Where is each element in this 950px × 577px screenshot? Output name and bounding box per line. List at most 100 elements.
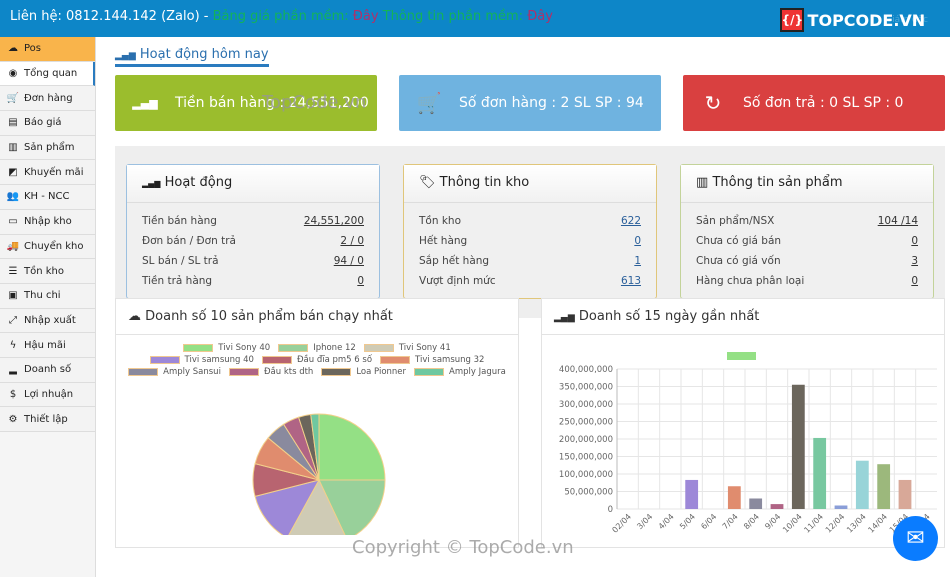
bar[interactable]: [855, 460, 869, 509]
sidebar-item[interactable]: 👥 KH - NCC: [0, 185, 95, 210]
bar[interactable]: [770, 504, 784, 509]
bar-chart: 0 50,000,000 100,000,000 150,000,000 200,000…: [559, 352, 937, 535]
legend-item[interactable]: Iphone 12: [278, 343, 356, 353]
panel-row: Hàng chưa phân loại 0: [696, 271, 918, 291]
card-text: Tiền bán hàng : 24,551,200: [175, 95, 369, 111]
info-link[interactable]: Đây: [527, 9, 553, 24]
legend-item[interactable]: Amply Sansui: [128, 367, 221, 377]
legend-item[interactable]: Đầu kts dth: [228, 367, 314, 377]
row-value-link[interactable]: 1: [634, 255, 641, 267]
sidebar-item[interactable]: ☁ Pos: [0, 37, 95, 62]
sidebar-item[interactable]: ▂ Doanh số: [0, 357, 95, 383]
list-icon: ☰: [8, 265, 18, 277]
sidebar-item[interactable]: ▥ Sản phẩm: [0, 135, 95, 161]
x-tick-label: 9/04: [763, 512, 782, 531]
price-label: Bảng giá phần mềm:: [212, 9, 349, 24]
sidebar-item-label: Nhập kho: [24, 216, 72, 228]
row-value-link[interactable]: 0: [911, 275, 918, 287]
row-value-link[interactable]: 0: [911, 235, 918, 247]
legend-label: Loa Pionner: [356, 367, 407, 377]
sidebar-item[interactable]: ▭ Nhập kho: [0, 209, 95, 235]
summary-card[interactable]: ↻ Số đơn trả : 0 SL SP : 0: [683, 75, 945, 131]
daily-sales-chart-panel: ▂▄▆ Doanh số 15 ngày gần nhất 0 50,000,00…: [541, 298, 945, 548]
x-tick-label: 6/04: [699, 512, 718, 531]
panel-row: Đơn bán / Đơn trả 2 / 0: [142, 231, 364, 251]
row-value-link[interactable]: 94 / 0: [334, 255, 364, 267]
legend-label: Tivi Sony 40: [218, 343, 271, 353]
sidebar-item[interactable]: ▤ Báo giá: [0, 111, 95, 136]
pie-slice[interactable]: [318, 413, 386, 481]
dollar-icon: $: [9, 388, 17, 400]
bar[interactable]: [685, 479, 699, 509]
contact-text: Liên hệ: 0812.144.142 (Zalo) -: [10, 9, 209, 24]
sidebar-item[interactable]: 🚚 Chuyển kho: [0, 234, 95, 260]
legend-item[interactable]: Tivi samsung 32: [380, 355, 484, 365]
row-value-link[interactable]: 24,551,200: [304, 215, 364, 227]
legend-label: Tivi samsung 32: [415, 355, 485, 365]
y-tick-label: 300,000,000: [559, 400, 613, 410]
sidebar-item[interactable]: ϟ Hậu mãi: [0, 333, 95, 358]
row-label: Chưa có giá bán: [696, 235, 782, 247]
bar[interactable]: [898, 479, 912, 509]
legend-swatch: [228, 368, 259, 376]
legend-item[interactable]: Tivi Sony 40: [183, 343, 270, 353]
bar[interactable]: [727, 486, 741, 509]
logo-icon: {/}: [779, 8, 804, 32]
x-tick-label: 8/04: [742, 512, 761, 531]
sidebar-item-label: Sản phẩm: [24, 142, 75, 154]
price-link[interactable]: Đây: [353, 9, 379, 24]
sidebar-item[interactable]: ◩ Khuyến mãi: [0, 160, 95, 186]
row-value-link[interactable]: 0: [357, 275, 364, 287]
y-tick-label: 150,000,000: [559, 453, 613, 463]
legend-swatch: [261, 356, 292, 364]
bar[interactable]: [877, 464, 891, 509]
sidebar-item[interactable]: ⚙ Thiết lập: [0, 407, 95, 432]
y-tick-label: 250,000,000: [559, 418, 613, 428]
row-value-link[interactable]: 2 / 0: [340, 235, 364, 247]
sidebar-item[interactable]: ▣ Thu chi: [0, 283, 95, 309]
bar[interactable]: [813, 437, 827, 509]
x-tick-label: 5/04: [678, 512, 697, 531]
messenger-button[interactable]: ✉: [893, 516, 938, 561]
sidebar-item-label: Lợi nhuận: [24, 388, 74, 400]
main-content: ▂▄▆ Hoạt động hôm nay ▂▄▆ Tiền bán hàng :…: [115, 37, 945, 318]
truck-icon: 🚚: [6, 240, 20, 252]
arrows-icon: ⤢: [9, 314, 17, 326]
row-value-link[interactable]: 104 /14: [878, 215, 918, 227]
row-value-link[interactable]: 0: [634, 235, 641, 247]
legend-item[interactable]: Đầu đĩa pm5 6 số: [261, 355, 372, 365]
sidebar-item[interactable]: ◉ Tổng quan: [0, 61, 95, 87]
bar[interactable]: [749, 498, 763, 510]
chart-title: Doanh số 10 sản phẩm bán chạy nhất: [145, 309, 393, 324]
tags-icon: 🏷: [419, 175, 436, 190]
legend-label: Đầu kts dth: [263, 367, 314, 377]
summary-card[interactable]: ▂▄▆ Tiền bán hàng : 24,551,200: [115, 75, 377, 131]
sidebar-item[interactable]: ☰ Tồn kho: [0, 259, 95, 284]
bar[interactable]: [791, 384, 805, 509]
summary-card[interactable]: 🛒 Số đơn hàng : 2 SL SP : 94: [399, 75, 661, 131]
sidebar-item[interactable]: $ Lợi nhuận: [0, 382, 95, 408]
sidebar-item[interactable]: 🛒 Đơn hàng: [0, 86, 95, 112]
inbox-icon: ▭: [8, 216, 18, 228]
legend-item[interactable]: Amply Jagura: [414, 367, 506, 377]
sidebar-item-label: Hậu mãi: [24, 339, 66, 351]
top-bar: Liên hệ: 0812.144.142 (Zalo) - Bảng giá …: [0, 0, 950, 37]
card-text: Số đơn hàng : 2 SL SP : 94: [459, 95, 644, 111]
panel-header: ▂▄▆ Hoạt động: [127, 165, 379, 203]
sidebar-item[interactable]: ⤢ Nhập xuất: [0, 308, 95, 334]
panel-header: ☁ Doanh số 10 sản phẩm bán chạy nhất: [116, 299, 518, 335]
legend-swatch: [380, 356, 411, 364]
section-title: ▂▄▆ Hoạt động hôm nay: [115, 47, 269, 67]
legend-item[interactable]: Tivi Sony 41: [363, 343, 451, 353]
info-panel: ▥ Thông tin sản phẩm Sản phẩm/NSX 104 /14 C…: [680, 164, 934, 299]
row-value-link[interactable]: 3: [911, 255, 918, 267]
bar[interactable]: [834, 505, 848, 510]
user-menu[interactable]: Giám đốc: [885, 15, 928, 25]
row-label: Tiền trả hàng: [142, 275, 213, 287]
row-value-link[interactable]: 622: [621, 215, 641, 227]
legend-swatch: [363, 344, 394, 352]
legend-item[interactable]: Tivi samsung 40: [149, 355, 254, 365]
legend-item[interactable]: Loa Pionner: [321, 367, 406, 377]
signal-icon: ▂▄▆: [132, 96, 158, 110]
row-value-link[interactable]: 613: [621, 275, 641, 287]
